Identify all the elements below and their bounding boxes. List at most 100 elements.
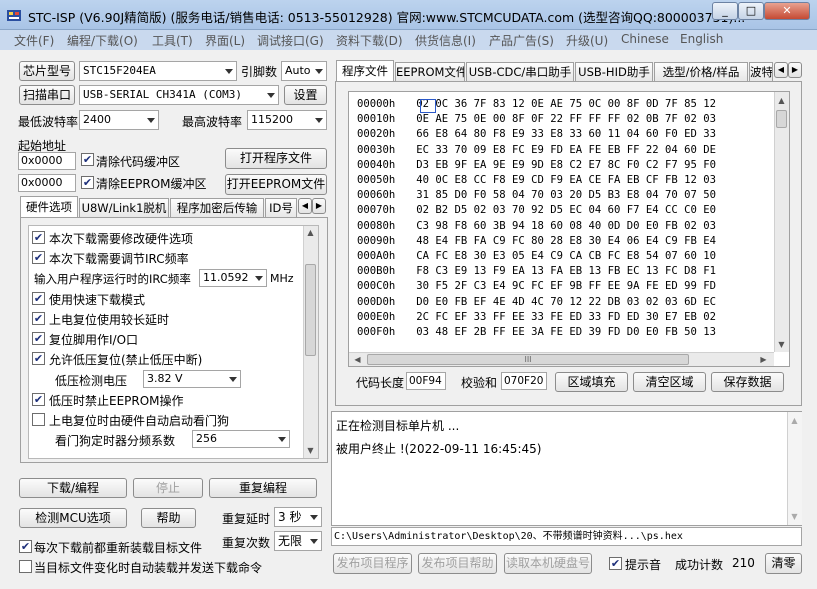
tab-scroll-left-button[interactable]: ◀	[298, 198, 312, 214]
scroll-up-icon[interactable]: ▲	[775, 94, 788, 107]
pin-count-select[interactable]: Auto	[281, 61, 327, 81]
hex-bytes: 40 0C E8 CC F8 E9 CD F9 EA CE FA EB CF F…	[416, 174, 717, 186]
close-button[interactable]: ✕	[764, 2, 810, 20]
right-tab-scroll-right-button[interactable]: ▶	[788, 62, 802, 78]
tab-usb-cdc-serial[interactable]: USB-CDC/串口助手	[466, 62, 574, 81]
menu-file[interactable]: 文件(F)	[14, 32, 54, 49]
min-baud-value: 2400	[83, 113, 111, 126]
menu-tools[interactable]: 工具(T)	[152, 32, 193, 49]
publish-help-button[interactable]: 发布项目帮助	[418, 553, 497, 574]
auto-watchdog-checkbox[interactable]	[32, 413, 45, 426]
low-voltage-select[interactable]: 3.82 V	[143, 370, 241, 388]
scroll-down-icon[interactable]: ▼	[775, 338, 788, 351]
adjust-irc-checkbox[interactable]: ✔	[32, 251, 45, 264]
file-path-field[interactable]: C:\Users\Administrator\Desktop\20、不带频谱时钟…	[331, 527, 802, 546]
scroll-down-icon[interactable]: ▼	[304, 444, 317, 457]
scroll-right-icon[interactable]: ▶	[757, 353, 770, 366]
open-eeprom-file-button[interactable]: 打开EEPROM文件	[225, 174, 327, 195]
settings-button[interactable]: 设置	[284, 85, 327, 105]
chip-model-select[interactable]: STC15F204EA	[79, 61, 237, 81]
tab-scroll-right-button[interactable]: ▶	[312, 198, 326, 214]
hex-h-scroll-thumb[interactable]: III	[367, 354, 689, 365]
reprogram-button[interactable]: 重复编程	[209, 478, 317, 498]
long-reset-delay-checkbox[interactable]: ✔	[32, 312, 45, 325]
reset-count-button[interactable]: 清零	[765, 553, 802, 574]
reset-pin-io-checkbox[interactable]: ✔	[32, 332, 45, 345]
fill-region-button[interactable]: 区域填充	[555, 372, 628, 392]
tab-selection-price[interactable]: 选型/价格/样品	[654, 62, 748, 81]
right-tab-scroll-left-button[interactable]: ◀	[774, 62, 788, 78]
hex-v-scroll-thumb[interactable]	[776, 110, 787, 128]
stop-button[interactable]: 停止	[133, 478, 203, 498]
read-disk-id-button[interactable]: 读取本机硬盘号	[504, 553, 592, 574]
tab-usb-hid[interactable]: USB-HID助手	[575, 62, 653, 81]
clear-code-buffer-checkbox[interactable]: ✔	[81, 153, 94, 166]
scroll-up-icon[interactable]: ▲	[788, 414, 801, 427]
menu-download-docs[interactable]: 资料下载(D)	[336, 32, 403, 49]
options-scroll-thumb[interactable]	[305, 264, 316, 356]
scroll-up-icon[interactable]: ▲	[304, 226, 317, 239]
port-select[interactable]: USB-SERIAL CH341A (COM3)	[79, 85, 279, 105]
tab-program-file[interactable]: 程序文件	[336, 60, 394, 82]
max-baud-select[interactable]: 115200	[247, 110, 327, 130]
hex-rows: 00000h 02 0C 36 7F 83 12 0E AE 75 0C 00 8…	[357, 98, 777, 344]
low-voltage-reset-checkbox[interactable]: ✔	[32, 352, 45, 365]
window-title: STC-ISP (V6.90J精简版) (服务电话/销售电话: 0513-550…	[28, 10, 746, 25]
publish-program-button[interactable]: 发布项目程序	[333, 553, 412, 574]
hex-vertical-scrollbar[interactable]: ▲ ▼	[774, 92, 789, 352]
help-button[interactable]: 帮助	[141, 508, 196, 528]
log-line: 正在检测目标单片机 ...	[336, 419, 460, 433]
sound-checkbox[interactable]: ✔	[609, 557, 622, 570]
hex-view[interactable]: 00000h 02 0C 36 7F 83 12 0E AE 75 0C 00 8…	[348, 91, 790, 367]
menu-english[interactable]: English	[680, 32, 723, 46]
menu-program-download[interactable]: 编程/下载(O)	[67, 32, 138, 49]
clear-code-buffer-label: 清除代码缓冲区	[96, 155, 181, 169]
port-value: USB-SERIAL CH341A (COM3)	[83, 88, 242, 101]
save-data-button[interactable]: 保存数据	[711, 372, 784, 392]
check-mcu-options-button[interactable]: 检测MCU选项	[19, 508, 127, 528]
wdt-prescaler-select[interactable]: 256	[192, 430, 290, 448]
lv-disable-eeprom-label: 低压时禁止EEPROM操作	[49, 394, 184, 408]
menu-debug-interface[interactable]: 调试接口(G)	[257, 32, 324, 49]
menu-chinese[interactable]: Chinese	[621, 32, 669, 46]
code-start-address-input[interactable]: 0x0000	[18, 152, 76, 170]
scroll-left-icon[interactable]: ◀	[351, 353, 364, 366]
log-output[interactable]: 正在检测目标单片机 ... 被用户终止 !(2022-09-11 16:45:4…	[331, 411, 802, 526]
hex-row: 000A0h CA FC E8 30 E3 05 E4 C9 CA CB FC E…	[357, 250, 716, 262]
menu-product-ads[interactable]: 产品广告(S)	[489, 32, 554, 49]
clear-eeprom-buffer-checkbox[interactable]: ✔	[81, 176, 94, 189]
open-program-file-button[interactable]: 打开程序文件	[225, 148, 327, 169]
minimize-button[interactable]: _	[712, 2, 738, 20]
irc-frequency-select[interactable]: 11.0592	[199, 269, 267, 287]
tab-u8w-offline[interactable]: U8W/Link1脱机	[79, 198, 169, 217]
maximize-button[interactable]: □	[738, 2, 764, 20]
menu-interface[interactable]: 界面(L)	[205, 32, 245, 49]
clear-region-button[interactable]: 清空区域	[633, 372, 706, 392]
download-program-button[interactable]: 下载/编程	[19, 478, 127, 498]
scroll-down-icon[interactable]: ▼	[788, 510, 801, 523]
lv-disable-eeprom-checkbox[interactable]: ✔	[32, 393, 45, 406]
eeprom-start-address-input[interactable]: 0x0000	[18, 174, 76, 192]
min-baud-select[interactable]: 2400	[79, 110, 159, 130]
repeat-delay-select[interactable]: 3 秒	[274, 507, 322, 527]
tab-id-number[interactable]: ID号	[265, 198, 297, 217]
hex-bytes: D3 EB 9F EA 9E E9 9D E8 C2 E7 8C F0 C2 F…	[416, 158, 717, 171]
tab-eeprom-file[interactable]: EEPROM文件	[395, 62, 465, 81]
tab-baud[interactable]: 波特	[749, 62, 773, 81]
fast-download-checkbox[interactable]: ✔	[32, 292, 45, 305]
chip-model-button[interactable]: 芯片型号	[19, 61, 75, 81]
options-scrollbar[interactable]: ▲ ▼	[303, 226, 318, 458]
menu-supply-info[interactable]: 供货信息(I)	[415, 32, 476, 49]
tab-hardware-options[interactable]: 硬件选项	[20, 196, 78, 218]
reload-before-download-checkbox[interactable]: ✔	[19, 540, 32, 553]
auto-load-on-change-checkbox[interactable]	[19, 560, 32, 573]
tab-encrypted-transfer[interactable]: 程序加密后传输	[170, 198, 264, 217]
hex-horizontal-scrollbar[interactable]: ◀ III ▶	[349, 352, 774, 366]
log-scrollbar[interactable]: ▲ ▼	[787, 412, 802, 525]
chevron-down-icon	[315, 69, 323, 74]
scan-port-button[interactable]: 扫描串口	[19, 85, 75, 105]
repeat-count-select[interactable]: 无限	[274, 531, 322, 551]
menu-upgrade[interactable]: 升级(U)	[566, 32, 608, 49]
modify-hw-options-checkbox[interactable]: ✔	[32, 231, 45, 244]
min-baud-label: 最低波特率	[18, 115, 79, 129]
